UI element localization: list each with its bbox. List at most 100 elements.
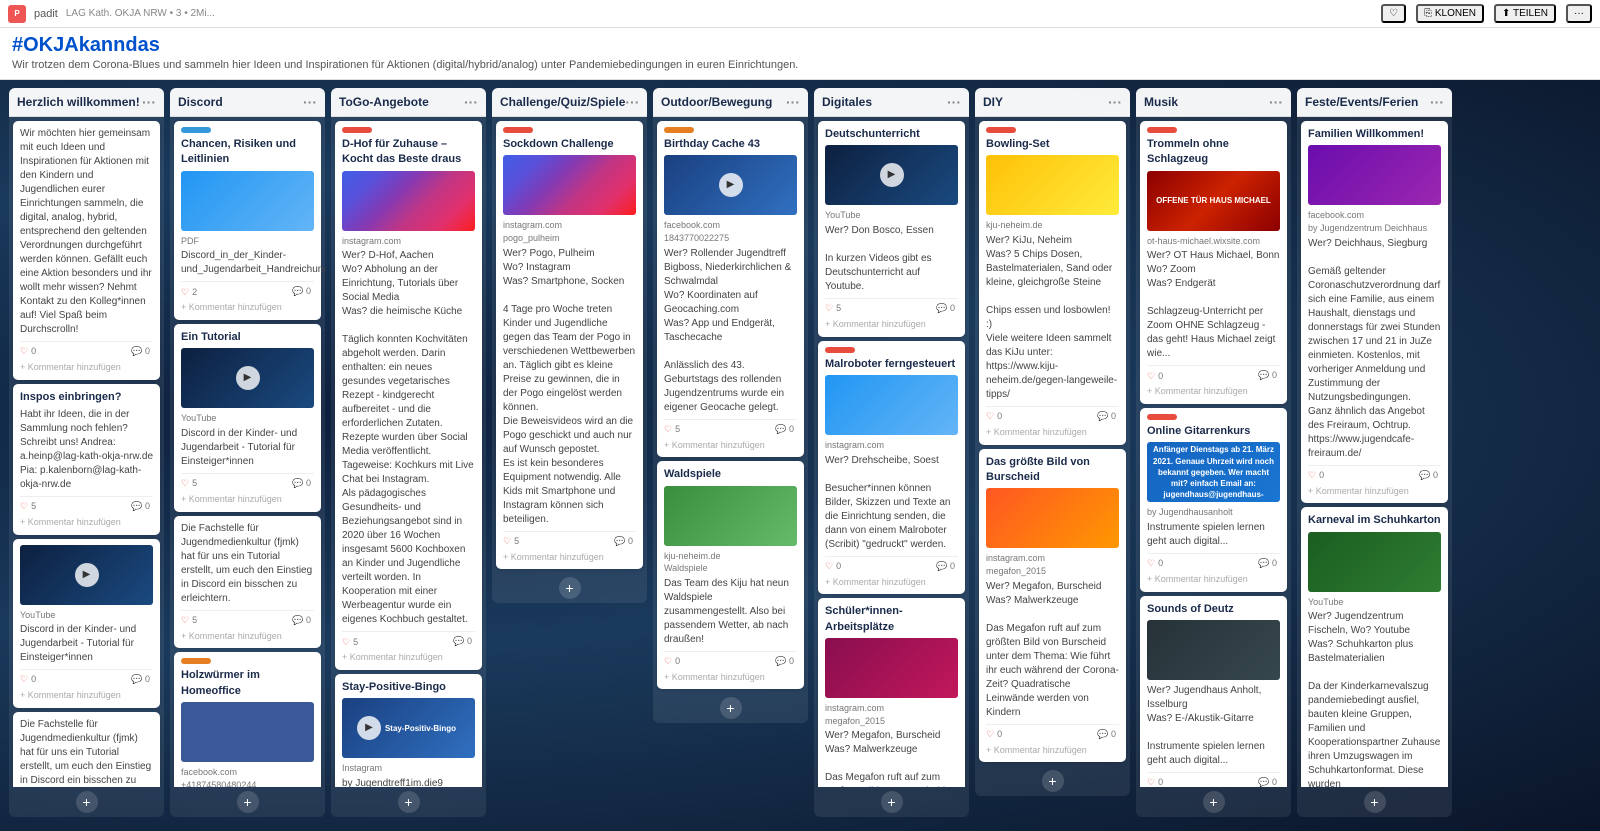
column-menu-6[interactable]: ··· xyxy=(1108,94,1122,110)
card-title: Malroboter ferngesteuert xyxy=(825,357,958,372)
add-comment-btn[interactable]: + Kommentar hinzufügen xyxy=(20,516,153,529)
column-menu-7[interactable]: ··· xyxy=(1269,94,1283,110)
comment-button[interactable]: 💬 0 xyxy=(772,655,797,668)
add-comment-btn[interactable]: + Kommentar hinzufügen xyxy=(181,301,314,314)
add-card-button-3[interactable]: + xyxy=(559,577,581,599)
comment-button[interactable]: 💬 0 xyxy=(289,477,314,490)
play-button[interactable]: ▶ xyxy=(719,173,743,197)
card-0-1[interactable]: Inspos einbringen?Habt ihr Ideen, die in… xyxy=(13,384,160,535)
column-menu-3[interactable]: ··· xyxy=(625,94,639,110)
card-1-0[interactable]: Chancen, Risiken und LeitlinienPDFDiscor… xyxy=(174,121,321,320)
comment-button[interactable]: 💬 0 xyxy=(1094,728,1119,741)
card-1-2[interactable]: Die Fachstelle für Jugendmedienkultur (f… xyxy=(174,516,321,649)
play-button[interactable]: ▶ xyxy=(880,163,904,187)
comment-button[interactable]: 💬 0 xyxy=(933,302,958,315)
card-7-2[interactable]: Sounds of DeutzWer? Jugendhaus Anholt, I… xyxy=(1140,596,1287,787)
card-6-1[interactable]: Das größte Bild von Burscheidinstagram.c… xyxy=(979,449,1126,763)
add-comment-btn[interactable]: + Kommentar hinzufügen xyxy=(342,651,475,664)
card-7-1[interactable]: Online GitarrenkursOnline Gitarrenkurs f… xyxy=(1140,408,1287,592)
share-button[interactable]: ⬆ TEILEN xyxy=(1494,4,1556,23)
comment-button[interactable]: 💬 0 xyxy=(128,500,153,513)
play-button[interactable]: ▶ xyxy=(236,366,260,390)
comment-button[interactable]: 💬 0 xyxy=(128,673,153,686)
card-title: Online Gitarrenkurs xyxy=(1147,424,1280,439)
add-comment-btn[interactable]: + Kommentar hinzufügen xyxy=(181,493,314,506)
comment-button[interactable]: 💬 0 xyxy=(611,535,636,548)
card-0-3[interactable]: Die Fachstelle für Jugendmedienkultur (f… xyxy=(13,712,160,787)
card-2-0[interactable]: D-Hof für Zuhause – Kocht das Beste drau… xyxy=(335,121,482,670)
add-comment-btn[interactable]: + Kommentar hinzufügen xyxy=(20,361,153,374)
add-comment-btn[interactable]: + Kommentar hinzufügen xyxy=(1147,385,1280,398)
card-desc: by Jugendtreff1im.die9 xyxy=(342,777,475,787)
card-image: ▶Stay-Positiv-Bingo xyxy=(342,698,475,758)
comment-button[interactable]: 💬 0 xyxy=(450,635,475,648)
card-6-0[interactable]: Bowling-Setkju-neheim.deWer? KiJu, Nehei… xyxy=(979,121,1126,445)
card-4-0[interactable]: Birthday Cache 43▶facebook.com1843770022… xyxy=(657,121,804,457)
add-comment-btn[interactable]: + Kommentar hinzufügen xyxy=(986,426,1119,439)
comment-button[interactable]: 💬 0 xyxy=(289,614,314,627)
add-comment-btn[interactable]: + Kommentar hinzufügen xyxy=(825,576,958,589)
card-1-1[interactable]: Ein Tutorial▶YouTubeDiscord in der Kinde… xyxy=(174,324,321,512)
add-comment-btn[interactable]: + Kommentar hinzufügen xyxy=(986,744,1119,757)
card-1-3[interactable]: Holzwürmer im Homeofficefacebook.com+418… xyxy=(174,652,321,787)
card-5-0[interactable]: Deutschunterricht▶YouTubeWer? Don Bosco,… xyxy=(818,121,965,337)
add-comment-btn[interactable]: + Kommentar hinzufügen xyxy=(1308,485,1441,498)
column-menu-4[interactable]: ··· xyxy=(786,94,800,110)
add-comment-btn[interactable]: + Kommentar hinzufügen xyxy=(181,630,314,643)
card-0-0[interactable]: Wir möchten hier gemeinsam mit euch Idee… xyxy=(13,121,160,380)
play-button[interactable]: ▶ xyxy=(357,716,381,740)
column-menu-2[interactable]: ··· xyxy=(464,94,478,110)
add-comment-btn[interactable]: + Kommentar hinzufügen xyxy=(1147,573,1280,586)
card-footer: ♡ 0 💬 0 xyxy=(664,651,797,668)
comment-button[interactable]: 💬 0 xyxy=(772,423,797,436)
column-menu-1[interactable]: ··· xyxy=(303,94,317,110)
comment-button[interactable]: 💬 0 xyxy=(1094,410,1119,423)
card-footer: ♡ 5 💬 0 xyxy=(181,610,314,627)
add-card-button-6[interactable]: + xyxy=(1042,770,1064,792)
add-comment-btn[interactable]: + Kommentar hinzufügen xyxy=(664,439,797,452)
card-title: Schüler*innen-Arbeitsplätze xyxy=(825,604,958,635)
heart-button[interactable]: ♡ xyxy=(1381,4,1406,23)
card-3-0[interactable]: Sockdown Challengeinstagram.compogo_pulh… xyxy=(496,121,643,569)
comment-button[interactable]: 💬 0 xyxy=(289,285,314,298)
comment-button[interactable]: 💬 0 xyxy=(128,345,153,358)
add-card-button-0[interactable]: + xyxy=(76,791,98,813)
card-title: Karneval im Schuhkarton xyxy=(1308,513,1441,528)
add-card-button-2[interactable]: + xyxy=(398,791,420,813)
card-desc: Wer? OT Haus Michael, BonnWo? ZoomWas? E… xyxy=(1147,249,1280,361)
comment-button[interactable]: 💬 0 xyxy=(1255,557,1280,570)
comment-button[interactable]: 💬 0 xyxy=(933,560,958,573)
card-5-1[interactable]: Malroboter ferngesteuertinstagram.comWer… xyxy=(818,341,965,595)
play-button[interactable]: ▶ xyxy=(75,563,99,587)
add-comment-btn[interactable]: + Kommentar hinzufügen xyxy=(20,689,153,702)
card-5-2[interactable]: Schüler*innen-Arbeitsplätzeinstagram.com… xyxy=(818,598,965,787)
clone-button[interactable]: ⎘ KLONEN xyxy=(1416,4,1484,23)
card-likes: ♡ 5 xyxy=(342,636,358,649)
add-card-button-1[interactable]: + xyxy=(237,791,259,813)
card-2-1[interactable]: Stay-Positive-Bingo▶Stay-Positiv-BingoIn… xyxy=(335,674,482,787)
add-card-button-7[interactable]: + xyxy=(1203,791,1225,813)
card-8-1[interactable]: Karneval im SchuhkartonYouTubeWer? Jugen… xyxy=(1301,507,1448,787)
card-8-0[interactable]: Familien Willkommen!facebook.comby Jugen… xyxy=(1301,121,1448,503)
add-card-button-4[interactable]: + xyxy=(720,697,742,719)
card-footer: ♡ 0 💬 0 xyxy=(20,669,153,686)
card-likes: ♡ 5 xyxy=(181,614,197,627)
column-menu-0[interactable]: ··· xyxy=(142,94,156,110)
add-card-button-5[interactable]: + xyxy=(881,791,903,813)
add-comment-btn[interactable]: + Kommentar hinzufügen xyxy=(503,551,636,564)
add-comment-btn[interactable]: + Kommentar hinzufügen xyxy=(825,318,958,331)
column-menu-5[interactable]: ··· xyxy=(947,94,961,110)
card-7-0[interactable]: Trommeln ohne SchlagzeugOFFENE TÜR HAUS … xyxy=(1140,121,1287,404)
likes-count: 0 xyxy=(997,410,1002,423)
column-menu-8[interactable]: ··· xyxy=(1430,94,1444,110)
comment-button[interactable]: 💬 0 xyxy=(1255,369,1280,382)
card-footer: ♡ 5 💬 0 xyxy=(664,419,797,436)
card-0-2[interactable]: ▶YouTubeDiscord in der Kinder- und Jugen… xyxy=(13,539,160,708)
add-comment-btn[interactable]: + Kommentar hinzufügen xyxy=(664,671,797,684)
add-card-button-8[interactable]: + xyxy=(1364,791,1386,813)
comment-button[interactable]: 💬 0 xyxy=(1255,776,1280,787)
card-4-1[interactable]: Waldspielekju-neheim.deWaldspieleDas Tea… xyxy=(657,461,804,689)
more-button[interactable]: ··· xyxy=(1566,4,1592,23)
card-source: kju-neheim.deWaldspiele xyxy=(664,550,797,575)
comment-button[interactable]: 💬 0 xyxy=(1416,469,1441,482)
